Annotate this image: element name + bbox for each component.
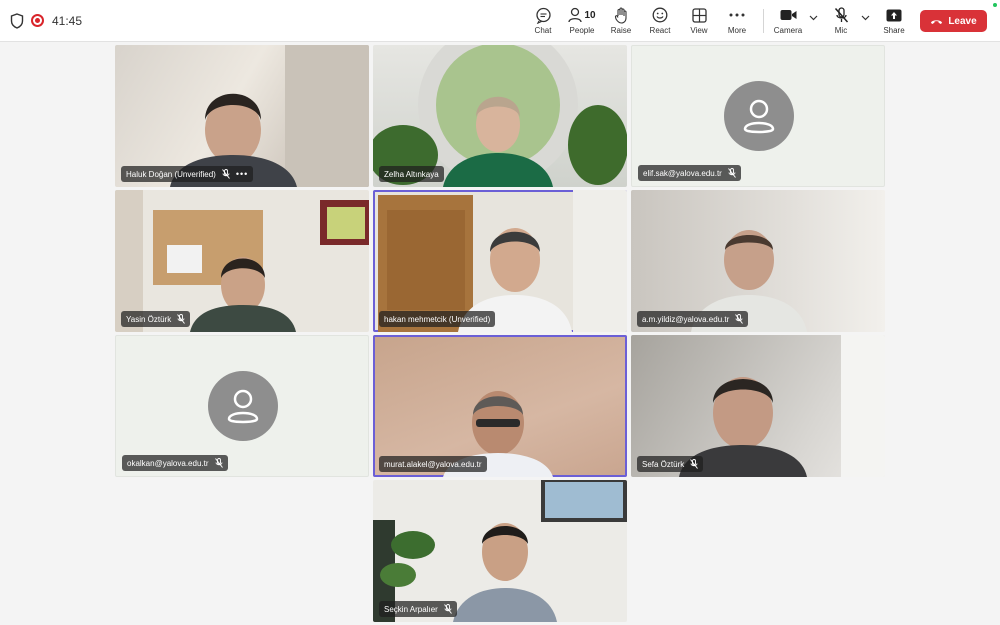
video-tile[interactable]: elif.sak@yalova.edu.tr — [631, 45, 885, 187]
participant-avatar — [724, 81, 794, 151]
person-icon — [743, 99, 775, 134]
leave-button[interactable]: Leave — [920, 10, 987, 32]
mic-muted-icon — [834, 6, 848, 22]
participant-name-tag: Sefa Öztürk — [637, 456, 704, 472]
participant-name-tag: murat.alakel@yalova.edu.tr — [379, 456, 487, 472]
participant-name: Sefa Öztürk — [642, 459, 685, 469]
camera-button[interactable]: Camera — [772, 5, 804, 39]
participant-name-tag: okalkan@yalova.edu.tr — [122, 455, 228, 471]
chat-button[interactable]: Chat — [528, 5, 558, 39]
participant-name-tag: Yasin Öztürk — [121, 311, 191, 327]
hang-up-icon — [931, 19, 943, 24]
smiley-icon — [652, 7, 668, 23]
video-tile[interactable]: murat.alakel@yalova.edu.tr — [373, 335, 627, 477]
participant-name: hakan mehmetcik (Unverified) — [384, 314, 491, 324]
recording-icon[interactable] — [31, 14, 44, 27]
people-label: People — [569, 26, 595, 35]
participant-name: a.m.yildiz@yalova.edu.tr — [642, 314, 730, 324]
more-button[interactable]: More — [722, 5, 752, 39]
participant-name-tag: elif.sak@yalova.edu.tr — [638, 165, 741, 181]
video-tile[interactable]: hakan mehmetcik (Unverified) — [373, 190, 627, 332]
participant-more-icon[interactable]: ••• — [236, 169, 248, 179]
participant-name-tag: Zelha Altınkaya — [379, 166, 444, 182]
video-tile[interactable]: Seçkin Arpalıer — [373, 480, 627, 622]
participant-name: murat.alakel@yalova.edu.tr — [384, 459, 482, 469]
mic-muted-icon — [735, 314, 744, 324]
participant-name-tag: Haluk Doğan (Unverified) ••• — [121, 166, 254, 182]
participant-name: elif.sak@yalova.edu.tr — [643, 168, 722, 178]
mic-muted-icon — [690, 459, 699, 469]
chat-label: Chat — [534, 26, 552, 35]
grid-view-icon — [691, 7, 707, 23]
raise-label: Raise — [610, 26, 632, 35]
view-button[interactable]: View — [684, 5, 714, 39]
mic-button[interactable]: Mic — [828, 5, 854, 39]
more-label: More — [727, 26, 747, 35]
mic-muted-icon — [443, 604, 452, 614]
people-count: 10 — [584, 9, 596, 21]
participant-name: Seçkin Arpalıer — [384, 604, 438, 614]
raise-hand-button[interactable]: Raise — [606, 5, 636, 39]
participant-name-tag: hakan mehmetcik (Unverified) — [379, 311, 496, 327]
video-tile[interactable]: okalkan@yalova.edu.tr — [115, 335, 369, 477]
shield-icon[interactable] — [10, 13, 24, 29]
video-tile[interactable]: Yasin Öztürk — [115, 190, 369, 332]
react-label: React — [649, 26, 671, 35]
mic-muted-icon — [214, 458, 223, 468]
react-button[interactable]: React — [645, 5, 675, 39]
people-icon — [568, 7, 583, 23]
camera-icon — [780, 10, 796, 20]
people-button[interactable]: 10 People — [566, 5, 598, 39]
video-tile[interactable]: a.m.yildiz@yalova.edu.tr — [631, 190, 885, 332]
camera-options-chevron-icon[interactable] — [809, 15, 818, 21]
person-icon — [227, 389, 259, 424]
meeting-toolbar: 41:45 Chat 10 People Raise React View Mo… — [0, 0, 1000, 42]
mic-options-chevron-icon[interactable] — [861, 15, 870, 21]
view-label: View — [690, 26, 708, 35]
participant-name: Yasin Öztürk — [126, 314, 172, 324]
chat-icon — [535, 7, 551, 24]
connection-status-dot — [993, 3, 997, 7]
camera-label: Camera — [773, 26, 803, 35]
leave-label: Leave — [948, 15, 977, 27]
participant-name-tag: Seçkin Arpalıer — [379, 601, 457, 617]
participant-avatar — [208, 371, 278, 441]
mic-muted-icon — [177, 314, 186, 324]
share-screen-icon — [886, 9, 902, 21]
meeting-timer: 41:45 — [52, 14, 83, 28]
hand-icon — [614, 6, 627, 24]
mic-label: Mic — [834, 26, 848, 35]
toolbar-divider — [763, 9, 764, 33]
mic-muted-icon — [727, 168, 736, 178]
participant-name: okalkan@yalova.edu.tr — [127, 458, 209, 468]
share-label: Share — [883, 26, 905, 35]
participant-name-tag: a.m.yildiz@yalova.edu.tr — [637, 311, 749, 327]
mic-muted-icon — [221, 169, 230, 179]
video-tile[interactable]: Sefa Öztürk — [631, 335, 885, 477]
video-tile[interactable]: Haluk Doğan (Unverified) ••• — [115, 45, 369, 187]
participant-name: Zelha Altınkaya — [384, 169, 439, 179]
video-tile[interactable]: Zelha Altınkaya — [373, 45, 627, 187]
share-button[interactable]: Share — [879, 5, 909, 39]
participant-name: Haluk Doğan (Unverified) — [126, 169, 216, 179]
more-icon — [729, 13, 745, 17]
